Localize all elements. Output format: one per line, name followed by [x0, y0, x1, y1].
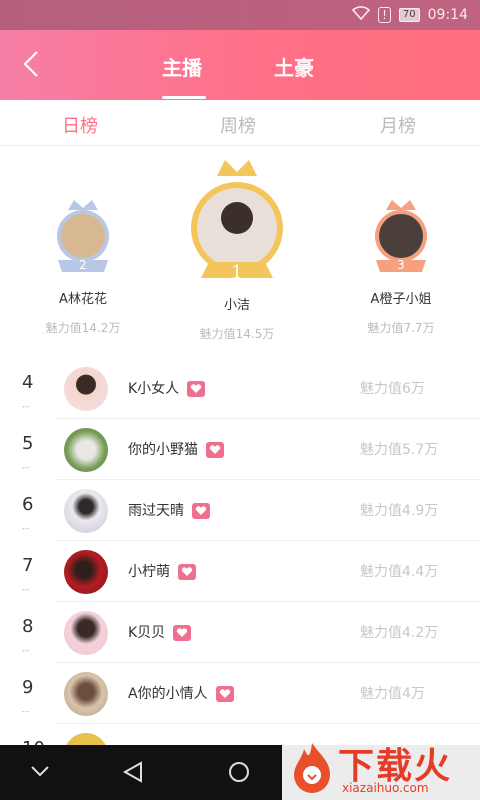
heart-icon [187, 381, 206, 397]
rank-number: 7 [22, 555, 34, 576]
podium-item-3[interactable]: 3 A橙子小姐 魅力值7.7万 [346, 198, 456, 336]
podium-charm: 魅力值7.7万 [367, 321, 435, 335]
tab-daily[interactable]: 日榜 [62, 112, 98, 138]
top-three-podium: 2 A林花花 魅力值14.2万 1 小洁 魅力值14.5万 3 A橙子小姐 魅力… [0, 146, 480, 360]
top-tabs: 主播 土豪 [0, 45, 480, 100]
charm-value: 魅力值4万 [360, 686, 425, 702]
tab-anchor[interactable]: 主播 [162, 52, 202, 81]
avatar [64, 489, 108, 533]
battery-indicator: 70 [398, 8, 420, 22]
avatar [64, 611, 108, 655]
avatar [64, 367, 108, 411]
charm-value: 魅力值5.7万 [360, 442, 439, 458]
user-name: 你的小野猫 [128, 442, 198, 458]
status-bar: ! 70 09:14 [0, 0, 480, 30]
clock: 09:14 [427, 7, 468, 23]
rank-trend-dash: -- [22, 463, 30, 472]
list-item[interactable]: 4 -- K小女人 魅力值6万 [0, 358, 480, 419]
rank-trend-dash: -- [22, 646, 30, 655]
user-name: 雨过天晴 [128, 503, 184, 519]
user-name: K小女人 [128, 381, 180, 397]
heart-icon [206, 442, 224, 458]
heart-icon [173, 625, 192, 641]
tab-indicator [162, 96, 206, 99]
charm-value: 魅力值4.4万 [360, 564, 439, 580]
rank-number: 4 [22, 372, 34, 393]
podium-item-2[interactable]: 2 A林花花 魅力值14.2万 [28, 198, 138, 336]
bronze-crown-avatar: 3 [375, 200, 427, 272]
tab-weekly[interactable]: 周榜 [220, 112, 256, 138]
wifi-icon [351, 6, 371, 24]
rank-trend-dash: -- [22, 524, 30, 533]
period-tabs: 日榜 周榜 月榜 [0, 100, 480, 146]
user-name: A你的小情人 [128, 686, 208, 702]
flame-logo-icon [290, 741, 334, 799]
avatar [64, 672, 108, 716]
user-name: 小柠萌 [128, 564, 170, 580]
rank-number: 6 [22, 494, 34, 515]
svg-text:2: 2 [79, 258, 87, 272]
list-item[interactable]: 6 -- 雨过天晴 魅力值4.9万 [0, 480, 480, 541]
svg-text:3: 3 [397, 258, 405, 272]
home-circle-icon[interactable] [228, 761, 250, 787]
svg-text:1: 1 [231, 262, 242, 283]
charm-value: 魅力值4.2万 [360, 625, 439, 641]
list-item[interactable]: 8 -- K贝贝 魅力值4.2万 [0, 602, 480, 663]
rank-trend-dash: -- [22, 585, 30, 594]
rank-trend-dash: -- [22, 707, 30, 716]
podium-name: A橙子小姐 [370, 292, 432, 307]
rank-number: 5 [22, 433, 34, 454]
charm-value: 魅力值6万 [360, 381, 425, 397]
podium-name: A林花花 [59, 292, 107, 307]
watermark: 下载火 xiazaihuo.com [282, 735, 480, 800]
chevron-down-icon[interactable] [30, 763, 50, 782]
back-triangle-icon[interactable] [122, 761, 144, 787]
rank-trend-dash: -- [22, 402, 30, 411]
tab-rich[interactable]: 土豪 [274, 52, 314, 81]
rank-number: 8 [22, 616, 34, 637]
avatar [64, 428, 108, 472]
podium-item-1[interactable]: 1 小洁 魅力值14.5万 [182, 154, 292, 342]
podium-charm: 魅力值14.5万 [199, 327, 275, 341]
list-item[interactable]: 7 -- 小柠萌 魅力值4.4万 [0, 541, 480, 602]
silver-crown-avatar: 2 [57, 200, 109, 272]
ranking-list: 4 -- K小女人 魅力值6万 5 -- 你的小野猫 魅力值5.7万 6 -- … [0, 358, 480, 785]
avatar [64, 550, 108, 594]
tab-monthly[interactable]: 月榜 [380, 112, 416, 138]
heart-icon [178, 564, 196, 580]
list-item[interactable]: 5 -- 你的小野猫 魅力值5.7万 [0, 419, 480, 480]
gold-crown-avatar: 1 [191, 160, 283, 283]
charm-value: 魅力值4.9万 [360, 503, 439, 519]
list-item[interactable]: 9 -- A你的小情人 魅力值4万 [0, 663, 480, 724]
user-name: K贝贝 [128, 625, 166, 641]
heart-icon [215, 686, 234, 702]
rank-number: 9 [22, 677, 34, 698]
podium-name: 小洁 [223, 298, 250, 313]
watermark-url: xiazaihuo.com [342, 781, 429, 795]
heart-icon [192, 503, 210, 519]
alert-icon: ! [378, 7, 391, 23]
podium-charm: 魅力值14.2万 [45, 321, 121, 335]
